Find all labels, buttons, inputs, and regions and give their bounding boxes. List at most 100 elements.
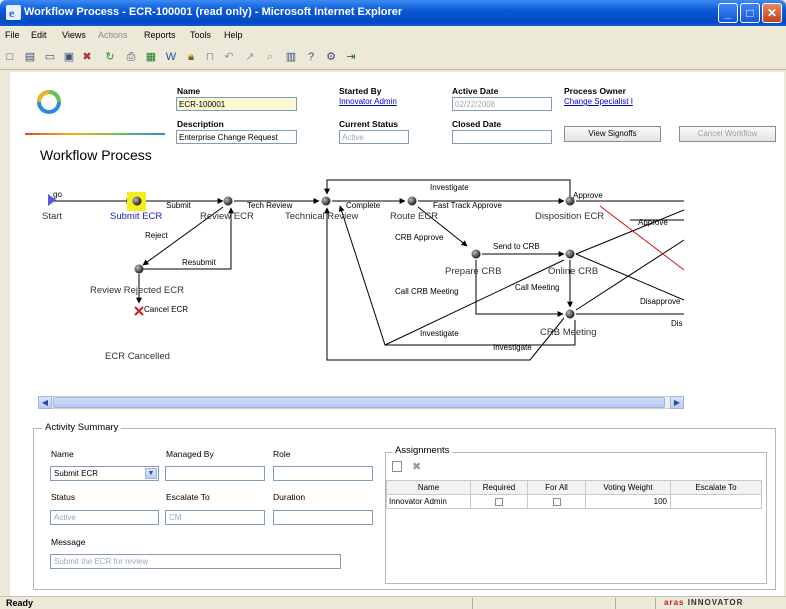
view-icon[interactable]: ▤ <box>23 50 37 64</box>
escalate-to-field[interactable]: CM <box>165 510 265 525</box>
duration-field[interactable] <box>273 510 373 525</box>
path-call-crb-meeting: Call CRB Meeting <box>395 287 459 296</box>
col-for-all[interactable]: For All <box>527 480 586 495</box>
menu-tools[interactable]: Tools <box>190 30 211 40</box>
close-icon[interactable]: ✕ <box>762 3 782 23</box>
escalate-to-label: Escalate To <box>166 492 210 502</box>
refresh-icon[interactable]: ↻ <box>103 50 117 64</box>
node-review-ecr[interactable] <box>223 196 233 206</box>
new-assignment-icon[interactable] <box>392 461 402 472</box>
exit-icon[interactable]: ⇥ <box>344 50 358 64</box>
closed-date-label: Closed Date <box>452 119 502 129</box>
col-required[interactable]: Required <box>470 480 528 495</box>
cancelled-x-icon <box>134 306 144 316</box>
path-investigate-bottom: Investigate <box>493 343 532 352</box>
where-used-icon[interactable]: ⌕ <box>263 50 277 64</box>
activity-name-select[interactable]: Submit ECR ▼ <box>50 466 159 481</box>
status-field[interactable]: Active <box>50 510 159 525</box>
label-prepare-crb: Prepare CRB <box>445 266 502 277</box>
scroll-left-icon[interactable]: ◀ <box>38 396 52 409</box>
current-status-label: Current Status <box>339 119 399 129</box>
word-icon[interactable]: W <box>164 50 178 64</box>
node-online-crb[interactable] <box>565 249 575 259</box>
label-disposition-ecr: Disposition ECR <box>535 211 604 222</box>
node-technical-review[interactable] <box>321 196 331 206</box>
cell-escalate-to <box>670 494 762 509</box>
menu-edit[interactable]: Edit <box>31 30 47 40</box>
scroll-right-icon[interactable]: ▶ <box>670 396 684 409</box>
path-fast-track-approve: Fast Track Approve <box>433 201 502 210</box>
menu-views[interactable]: Views <box>62 30 86 40</box>
node-crb-meeting[interactable] <box>565 309 575 319</box>
name-field[interactable]: ECR-100001 <box>176 97 297 111</box>
menu-reports[interactable]: Reports <box>144 30 176 40</box>
path-approve-right: Approve <box>638 218 668 227</box>
path-approve-top: Approve <box>573 191 603 200</box>
cancel-workflow-button[interactable]: Cancel Workflow <box>679 126 776 142</box>
role-field[interactable] <box>273 466 373 481</box>
print-icon[interactable]: ⎙ <box>124 50 138 64</box>
menu-file[interactable]: File <box>5 30 20 40</box>
open-icon[interactable]: ▭ <box>43 50 57 64</box>
process-owner-link[interactable]: Change Specialist I <box>564 97 633 106</box>
started-by-link[interactable]: Innovator Admin <box>339 97 397 106</box>
status-label: Status <box>51 492 76 502</box>
label-route-ecr: Route ECR <box>390 211 438 222</box>
assignments-table: Name Required For All Voting Weight Esca… <box>386 480 762 509</box>
minimize-icon[interactable]: _ <box>718 3 738 23</box>
undo-icon[interactable]: ↶ <box>222 50 236 64</box>
delete-assignment-icon[interactable]: ✖ <box>412 460 421 473</box>
cell-for-all <box>527 494 586 509</box>
unlock-icon[interactable]: ⊓ <box>203 50 217 64</box>
diagram-scrollbar[interactable]: ◀ ▶ <box>38 396 684 409</box>
status-divider <box>615 598 616 609</box>
description-field[interactable]: Enterprise Change Request <box>176 130 297 144</box>
label-technical-review: Technical Review <box>285 211 359 222</box>
col-name[interactable]: Name <box>386 480 471 495</box>
message-field[interactable]: Submit the ECR for review <box>50 554 341 569</box>
cell-name: Innovator Admin <box>386 494 471 509</box>
table-row[interactable]: Innovator Admin 100 <box>386 494 762 509</box>
active-date-field[interactable]: 02/22/2008 <box>452 97 552 111</box>
for-all-checkbox[interactable] <box>552 497 561 506</box>
node-route-ecr[interactable] <box>407 196 417 206</box>
managed-by-field[interactable] <box>165 466 265 481</box>
node-submit-ecr[interactable] <box>132 196 142 206</box>
description-label: Description <box>177 119 224 129</box>
col-voting-weight[interactable]: Voting Weight <box>585 480 671 495</box>
help-icon[interactable]: ? <box>304 50 318 64</box>
save-icon[interactable]: ▣ <box>62 50 76 64</box>
menu-bar: File Edit Views Actions Reports Tools He… <box>0 26 786 44</box>
scroll-thumb[interactable] <box>53 397 665 408</box>
structure-icon[interactable]: ▥ <box>284 50 298 64</box>
path-crb-approve: CRB Approve <box>395 233 444 242</box>
node-review-rejected-ecr[interactable] <box>134 264 144 274</box>
path-send-to-crb: Send to CRB <box>493 242 540 251</box>
current-status-field[interactable]: Active <box>339 130 409 144</box>
chevron-down-icon[interactable]: ▼ <box>145 468 157 479</box>
cell-required <box>470 494 528 509</box>
label-submit-ecr: Submit ECR <box>110 211 162 222</box>
path-investigate-top: Investigate <box>430 183 469 192</box>
new-icon[interactable]: □ <box>3 50 17 64</box>
workflow-icon[interactable]: ⚙ <box>324 50 338 64</box>
workflow-diagram: Start Submit ECR Review ECR Technical Re… <box>42 179 684 362</box>
closed-date-field[interactable] <box>452 130 552 144</box>
menu-actions[interactable]: Actions <box>98 30 128 40</box>
view-signoffs-button[interactable]: View Signoffs <box>564 126 661 142</box>
lock-icon[interactable]: 🔒︎ <box>184 50 198 64</box>
started-by-label: Started By <box>339 86 382 96</box>
workflow-process-title: Workflow Process <box>40 147 152 163</box>
delete-icon[interactable]: ✖ <box>80 50 94 64</box>
path-submit: Submit <box>166 201 192 210</box>
activity-name-label: Name <box>51 449 74 459</box>
menu-help[interactable]: Help <box>224 30 243 40</box>
required-checkbox[interactable] <box>495 497 503 506</box>
col-escalate-to[interactable]: Escalate To <box>670 480 762 495</box>
maximize-icon[interactable]: □ <box>740 3 760 23</box>
assignments-box <box>385 452 767 584</box>
excel-icon[interactable]: ▦ <box>144 50 158 64</box>
promote-icon[interactable]: ↗ <box>243 50 257 64</box>
status-text: Ready <box>6 598 34 608</box>
node-prepare-crb[interactable] <box>471 249 481 259</box>
